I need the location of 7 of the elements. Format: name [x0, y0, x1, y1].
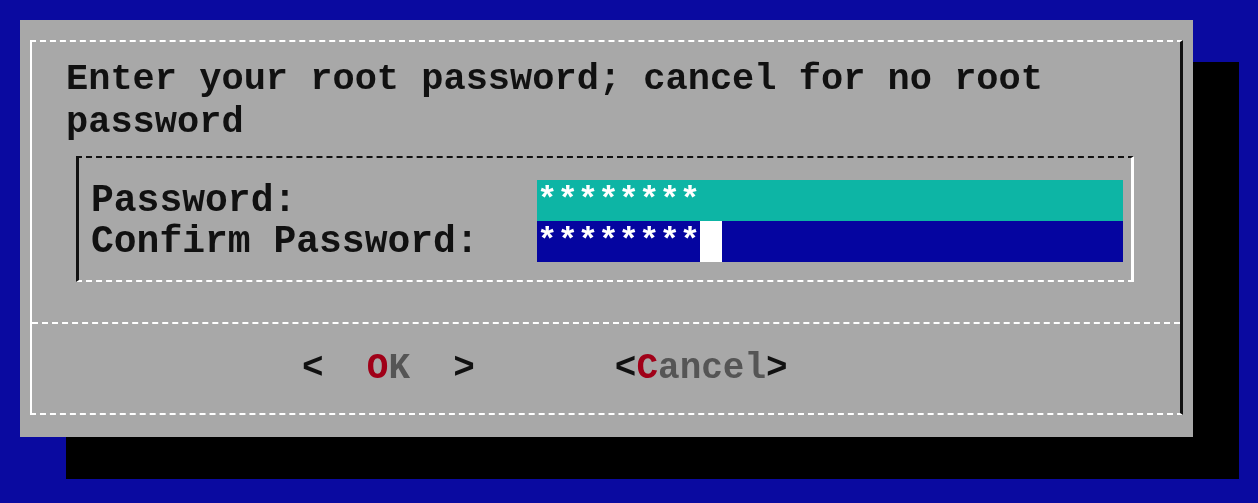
field-label: Confirm Password:: [91, 221, 480, 262]
password-field[interactable]: ********: [537, 221, 1123, 262]
text-cursor: [700, 221, 723, 262]
dialog-message: Enter your root password; cancel for no root password: [65, 57, 1044, 144]
dialog-button[interactable]: < OK >: [302, 348, 475, 389]
field-label: Password:: [91, 180, 298, 221]
dialog-button[interactable]: <Cancel>: [614, 348, 788, 389]
